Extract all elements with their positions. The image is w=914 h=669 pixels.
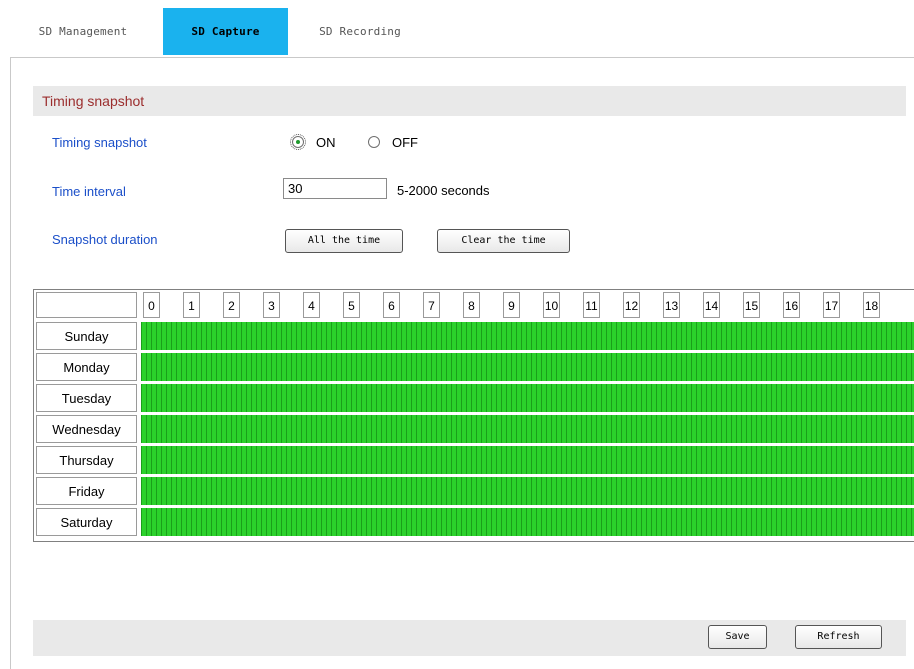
save-button[interactable]: Save bbox=[708, 625, 767, 649]
hour-header-14[interactable]: 14 bbox=[703, 292, 720, 318]
section-title: Timing snapshot bbox=[42, 93, 145, 109]
hour-header-8[interactable]: 8 bbox=[463, 292, 480, 318]
hour-header-10[interactable]: 10 bbox=[543, 292, 560, 318]
hour-header-9[interactable]: 9 bbox=[503, 292, 520, 318]
day-label-sunday[interactable]: Sunday bbox=[36, 322, 137, 350]
hour-header-15[interactable]: 15 bbox=[743, 292, 760, 318]
time-slots-friday[interactable] bbox=[141, 477, 914, 505]
hour-header-12[interactable]: 12 bbox=[623, 292, 640, 318]
tab-sd-capture[interactable]: SD Capture bbox=[163, 8, 288, 55]
footer-bar: Save Refresh bbox=[33, 620, 906, 656]
hour-header-13[interactable]: 13 bbox=[663, 292, 680, 318]
on-radio[interactable] bbox=[290, 134, 306, 150]
tab-sd-recording[interactable]: SD Recording bbox=[300, 8, 420, 55]
off-label: OFF bbox=[392, 135, 418, 150]
time-slots-tuesday[interactable] bbox=[141, 384, 914, 412]
time-slots-saturday[interactable] bbox=[141, 508, 914, 536]
time-slots-thursday[interactable] bbox=[141, 446, 914, 474]
day-label-saturday[interactable]: Saturday bbox=[36, 508, 137, 536]
hour-header-5[interactable]: 5 bbox=[343, 292, 360, 318]
grid-corner-cell bbox=[36, 292, 137, 318]
day-label-friday[interactable]: Friday bbox=[36, 477, 137, 505]
all-the-time-button[interactable]: All the time bbox=[285, 229, 403, 253]
tab-bar: SD Management SD Capture SD Recording bbox=[0, 0, 914, 56]
day-label-monday[interactable]: Monday bbox=[36, 353, 137, 381]
hour-header-6[interactable]: 6 bbox=[383, 292, 400, 318]
time-interval-input[interactable] bbox=[283, 178, 387, 199]
timing-snapshot-label: Timing snapshot bbox=[52, 135, 147, 150]
hour-header-1[interactable]: 1 bbox=[183, 292, 200, 318]
hour-header-2[interactable]: 2 bbox=[223, 292, 240, 318]
on-label: ON bbox=[316, 135, 336, 150]
hour-header-16[interactable]: 16 bbox=[783, 292, 800, 318]
refresh-button[interactable]: Refresh bbox=[795, 625, 882, 649]
schedule-grid: 0 1 2 3 4 5 6 7 8 9 10 11 12 13 14 15 16 17 18 Sunday Monda… bbox=[33, 289, 914, 542]
day-label-thursday[interactable]: Thursday bbox=[36, 446, 137, 474]
snapshot-duration-label: Snapshot duration bbox=[52, 232, 158, 247]
time-interval-label: Time interval bbox=[52, 184, 126, 199]
hour-header-4[interactable]: 4 bbox=[303, 292, 320, 318]
hour-header-18[interactable]: 18 bbox=[863, 292, 880, 318]
time-slots-wednesday[interactable] bbox=[141, 415, 914, 443]
hour-header-17[interactable]: 17 bbox=[823, 292, 840, 318]
time-slots-monday[interactable] bbox=[141, 353, 914, 381]
hour-header-0[interactable]: 0 bbox=[143, 292, 160, 318]
day-label-wednesday[interactable]: Wednesday bbox=[36, 415, 137, 443]
off-radio[interactable] bbox=[368, 136, 380, 148]
hour-header-3[interactable]: 3 bbox=[263, 292, 280, 318]
time-slots-sunday[interactable] bbox=[141, 322, 914, 350]
hour-header-11[interactable]: 11 bbox=[583, 292, 600, 318]
section-header: Timing snapshot bbox=[33, 86, 906, 116]
time-interval-hint: 5-2000 seconds bbox=[397, 183, 490, 198]
clear-the-time-button[interactable]: Clear the time bbox=[437, 229, 570, 253]
day-label-tuesday[interactable]: Tuesday bbox=[36, 384, 137, 412]
hour-header-7[interactable]: 7 bbox=[423, 292, 440, 318]
tab-sd-management[interactable]: SD Management bbox=[20, 8, 146, 55]
